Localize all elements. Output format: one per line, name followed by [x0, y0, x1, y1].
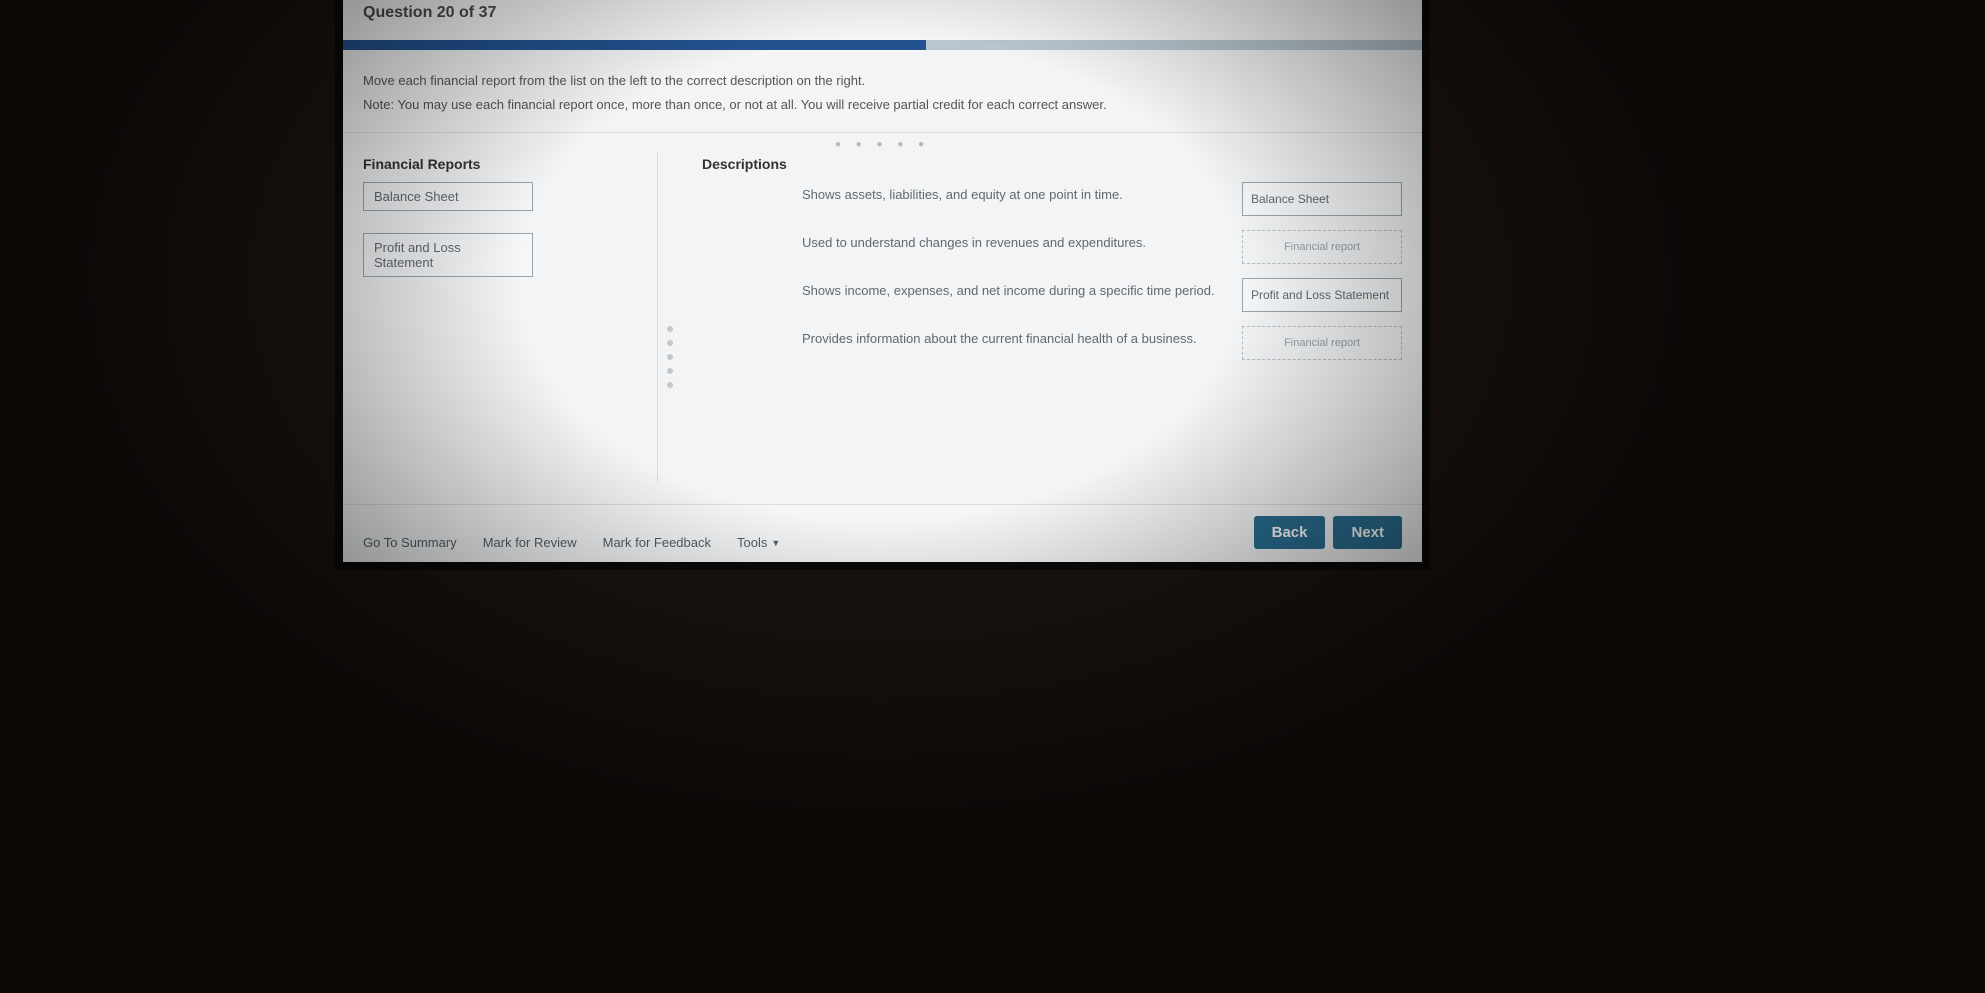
quiz-screen: Question 20 of 37 Move each financial re… — [335, 0, 1430, 570]
drop-slot-2[interactable]: Financial report — [1242, 230, 1402, 264]
description-row: Provides information about the current f… — [702, 326, 1402, 360]
instruction-line-1: Move each financial report from the list… — [363, 70, 1402, 92]
drop-slot-1[interactable]: Balance Sheet — [1242, 182, 1402, 216]
description-text: Provides information about the current f… — [702, 326, 1224, 348]
target-heading: Descriptions — [702, 156, 1402, 172]
source-heading: Financial Reports — [363, 156, 637, 172]
drop-slot-placeholder: Financial report — [1284, 241, 1360, 253]
caret-down-icon: ▼ — [771, 538, 780, 548]
instructions: Move each financial report from the list… — [343, 50, 1422, 133]
description-text: Shows income, expenses, and net income d… — [702, 278, 1224, 300]
question-counter: Question 20 of 37 — [363, 0, 1402, 32]
drop-slot-value: Balance Sheet — [1251, 192, 1329, 206]
description-text: Shows assets, liabilities, and equity at… — [702, 182, 1224, 204]
handle-dot-icon — [667, 326, 673, 332]
handle-dot-icon — [667, 368, 673, 374]
divider-handle[interactable] — [658, 152, 682, 482]
link-label: Go To Summary — [363, 535, 457, 550]
description-row: Shows assets, liabilities, and equity at… — [702, 182, 1402, 216]
target-column: Descriptions Shows assets, liabilities, … — [682, 152, 1402, 482]
header-bar: Question 20 of 37 — [343, 0, 1422, 40]
description-row: Shows income, expenses, and net income d… — [702, 278, 1402, 312]
mark-for-feedback-link[interactable]: Mark for Feedback — [603, 535, 711, 550]
button-label: Next — [1351, 524, 1384, 541]
mark-for-review-link[interactable]: Mark for Review — [483, 535, 577, 550]
progress-fill — [343, 40, 926, 50]
progress-bar — [343, 40, 1422, 50]
tools-dropdown[interactable]: Tools ▼ — [737, 535, 780, 550]
handle-dot-icon — [667, 340, 673, 346]
drop-slot-placeholder: Financial report — [1284, 337, 1360, 349]
drag-item-label: Balance Sheet — [374, 189, 459, 204]
handle-dot-icon — [667, 382, 673, 388]
button-label: Back — [1272, 524, 1308, 541]
handle-dot-icon — [667, 354, 673, 360]
drag-item-label: Profit and Loss Statement — [374, 240, 461, 270]
drop-slot-value: Profit and Loss Statement — [1251, 288, 1389, 302]
pager-dots: ● ● ● ● ● — [343, 133, 1422, 152]
footer-bar: Go To Summary Mark for Review Mark for F… — [343, 504, 1422, 562]
go-to-summary-link[interactable]: Go To Summary — [363, 535, 457, 550]
drop-slot-3[interactable]: Profit and Loss Statement — [1242, 278, 1402, 312]
back-button[interactable]: Back — [1254, 516, 1326, 549]
link-label: Tools — [737, 535, 767, 550]
description-row: Used to understand changes in revenues a… — [702, 230, 1402, 264]
drop-slot-4[interactable]: Financial report — [1242, 326, 1402, 360]
link-label: Mark for Feedback — [603, 535, 711, 550]
footer-links: Go To Summary Mark for Review Mark for F… — [363, 535, 780, 550]
drag-item-profit-loss[interactable]: Profit and Loss Statement — [363, 233, 533, 277]
link-label: Mark for Review — [483, 535, 577, 550]
next-button[interactable]: Next — [1333, 516, 1402, 549]
description-text: Used to understand changes in revenues a… — [702, 230, 1224, 252]
drag-item-balance-sheet[interactable]: Balance Sheet — [363, 182, 533, 211]
work-area: Financial Reports Balance Sheet Profit a… — [343, 152, 1422, 482]
instruction-line-2: Note: You may use each financial report … — [363, 94, 1402, 116]
source-column: Financial Reports Balance Sheet Profit a… — [363, 152, 658, 482]
